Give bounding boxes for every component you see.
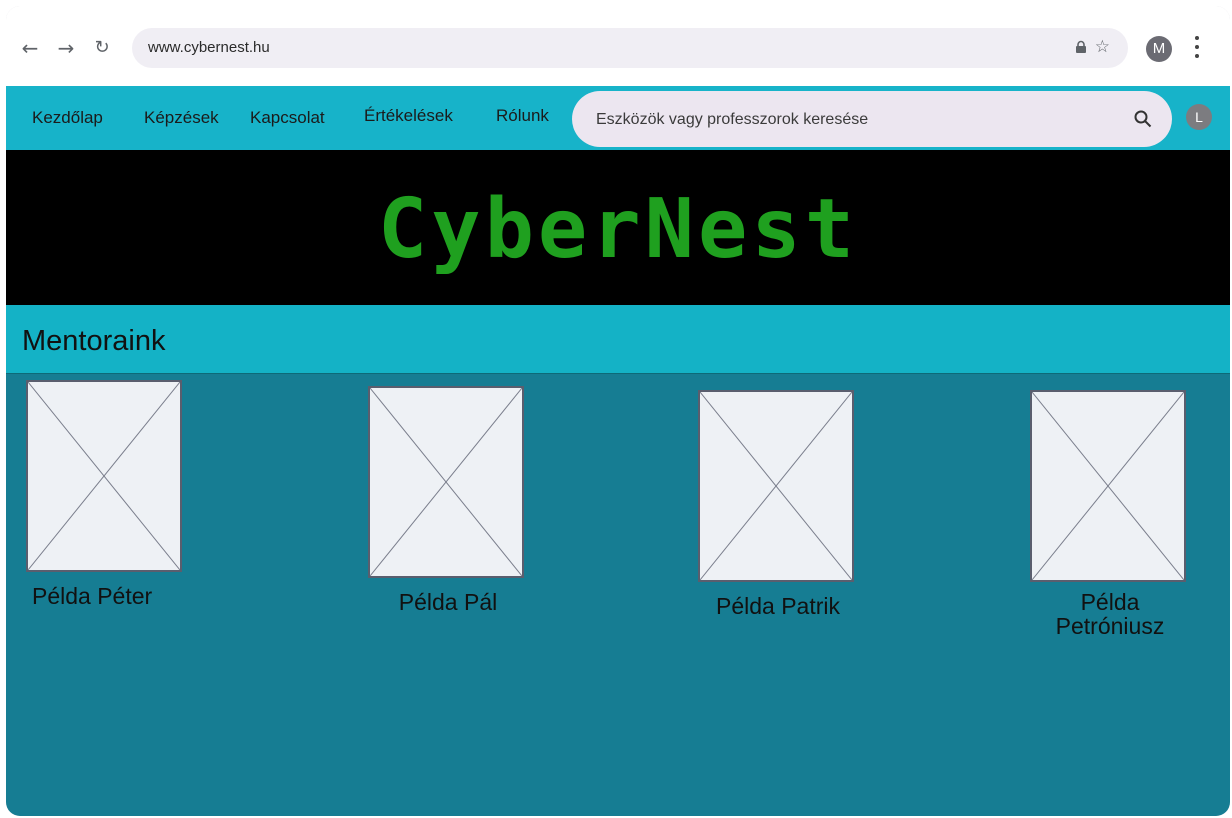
lock-icon	[1076, 40, 1086, 53]
mentor-card[interactable]: Példa Petróniusz	[1030, 390, 1190, 638]
image-placeholder-icon	[698, 390, 854, 582]
nav-link-kapcsolat[interactable]: Kapcsolat	[250, 108, 325, 128]
browser-profile-avatar[interactable]: M	[1146, 36, 1172, 62]
nav-link-rolunk[interactable]: Rólunk	[496, 106, 549, 126]
search-bar	[572, 91, 1172, 149]
arrow-left-icon[interactable]: ←	[20, 38, 40, 58]
arrow-right-icon[interactable]: →	[56, 38, 76, 58]
kebab-menu-icon[interactable]	[1194, 36, 1200, 60]
image-placeholder-icon	[1030, 390, 1186, 582]
browser-toolbar: ← → ↻ www.cybernest.hu ☆ M	[6, 6, 1230, 86]
mentor-name: Példa Péter	[32, 583, 153, 609]
image-placeholder-icon	[368, 386, 524, 578]
mentor-name: Példa Pál	[398, 589, 498, 615]
reload-icon[interactable]: ↻	[92, 38, 112, 58]
mentor-card[interactable]: Példa Patrik	[698, 390, 858, 618]
section-title: Mentoraink	[22, 325, 166, 357]
mentor-card[interactable]: Példa Pál	[368, 386, 528, 614]
hero-banner: CyberNest	[6, 150, 1230, 305]
bookmark-star-icon[interactable]: ☆	[1095, 37, 1110, 57]
section-header: Mentoraink	[6, 305, 1230, 374]
mentors-grid: Példa Péter Példa Pál Példa Patrik Példa…	[6, 374, 1230, 816]
address-bar[interactable]: www.cybernest.hu ☆	[132, 28, 1128, 68]
nav-link-ertekelesek[interactable]: Értékelések	[364, 106, 453, 126]
nav-link-kepzesek[interactable]: Képzések	[144, 108, 219, 128]
nav-link-kezdolap[interactable]: Kezdőlap	[32, 108, 103, 128]
user-avatar[interactable]: L	[1186, 104, 1212, 130]
mentor-name: Példa Petróniusz	[1055, 589, 1165, 639]
site-navigation: Kezdőlap Képzések Kapcsolat Értékelések …	[6, 86, 1230, 150]
search-input[interactable]	[594, 91, 1098, 149]
image-placeholder-icon	[26, 380, 182, 572]
mentor-name: Példa Patrik	[715, 593, 840, 619]
mentor-card[interactable]: Példa Péter	[26, 380, 186, 608]
url-text: www.cybernest.hu	[148, 39, 270, 56]
site-logo: CyberNest	[377, 182, 859, 277]
browser-window: ← → ↻ www.cybernest.hu ☆ M Kezdőlap Képz…	[6, 6, 1230, 816]
search-icon[interactable]	[1134, 110, 1152, 128]
